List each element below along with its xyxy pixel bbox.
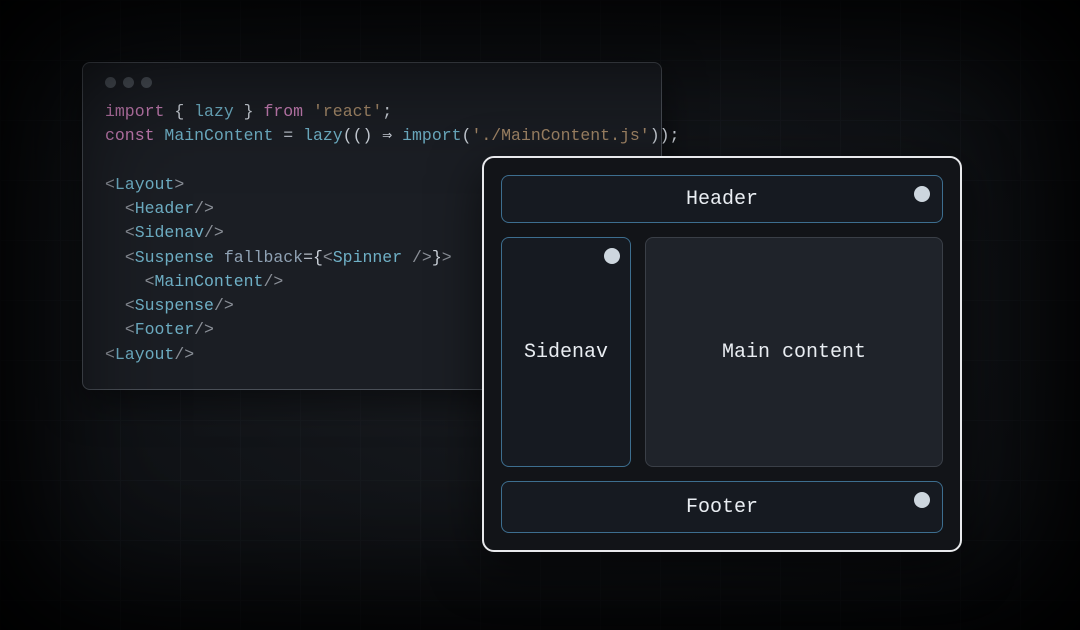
layout-region-footer: Footer	[501, 481, 943, 533]
window-traffic-lights	[105, 77, 639, 88]
layout-region-main-content: Main content	[645, 237, 943, 467]
layout-region-sidenav: Sidenav	[501, 237, 631, 467]
ready-indicator-dot	[914, 492, 930, 508]
ready-indicator-dot	[914, 186, 930, 202]
layout-diagram-panel: Header Sidenav Main content Footer	[482, 156, 962, 552]
layout-middle-row: Sidenav Main content	[501, 237, 943, 467]
traffic-dot	[105, 77, 116, 88]
layout-region-header: Header	[501, 175, 943, 223]
layout-region-label: Footer	[686, 496, 758, 519]
traffic-dot	[123, 77, 134, 88]
layout-region-label: Header	[686, 188, 758, 211]
layout-region-label: Main content	[722, 341, 866, 364]
ready-indicator-dot	[604, 248, 620, 264]
layout-region-label: Sidenav	[524, 341, 608, 364]
traffic-dot	[141, 77, 152, 88]
